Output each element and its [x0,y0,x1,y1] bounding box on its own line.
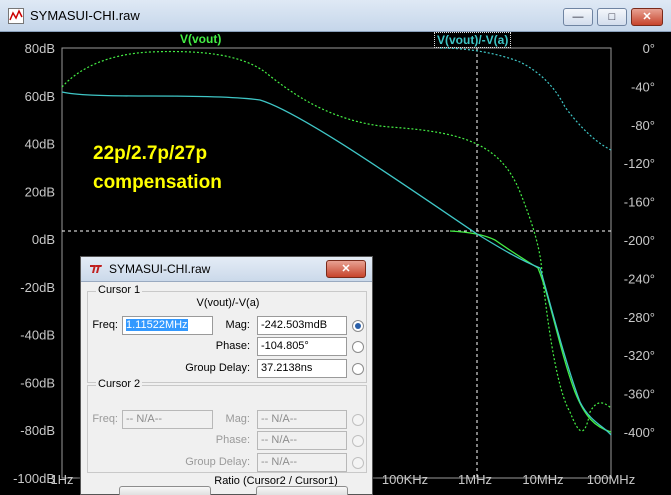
annotation-line-2: compensation [93,172,222,193]
cursor2-mag-field[interactable]: -- N/A-- [257,410,347,429]
left-tick-label: -60dB [20,375,55,390]
x-tick-label: 10MHz [522,472,563,487]
minimize-button[interactable]: — [563,8,593,26]
left-tick-label: -100dB [13,471,55,486]
maximize-button[interactable]: □ [597,8,627,26]
cursor1-delay-label: Group Delay: [185,362,250,374]
left-axis: 80dB 60dB 40dB 20dB 0dB -20dB -40dB -60dB -80dB -… [13,41,55,486]
right-tick-label: -40° [631,79,655,94]
left-tick-label: 80dB [25,41,55,56]
cursor1-delay-radio[interactable] [352,363,364,375]
cursor2-group-label: Cursor 2 [96,378,143,390]
left-tick-label: -40dB [20,328,55,343]
x-tick-label: 100MHz [587,472,635,487]
left-tick-label: -20dB [20,280,55,295]
right-axis: 0° -40° -80° -120° -160° -200° -240° -280° -320°… [624,41,655,440]
cursor1-freq-field[interactable]: 1.11522MHz [122,316,213,335]
right-tick-label: -240° [624,271,655,286]
right-tick-label: -120° [624,156,655,171]
cursor2-delay-label: Group Delay: [185,456,250,468]
ratio-mag-field[interactable] [256,486,348,495]
cursor1-group-label: Cursor 1 [96,284,143,296]
right-tick-label: -360° [624,387,655,402]
ratio-freq-field[interactable] [119,486,211,495]
cursor2-phase-field[interactable]: -- N/A-- [257,431,347,450]
cursor1-freq-label: Freq: [92,319,118,331]
cursor1-mag-label: Mag: [225,319,250,331]
cursor2-freq-field[interactable]: -- N/A-- [122,410,213,429]
cursor2-delay-field[interactable]: -- N/A-- [257,453,347,472]
cursor1-freq-value: 1.11522MHz [126,319,188,331]
dialog-titlebar: SYMASUI-CHI.raw ✕ [81,257,372,282]
annotation-line-1: 22p/2.7p/27p [93,143,208,164]
cursor1-expression: V(vout)/-V(a) [196,297,260,309]
x-tick-label: 1MHz [458,472,492,487]
trace-label-vout-over-a[interactable]: V(vout)/-V(a) [434,32,512,48]
close-button[interactable]: ✕ [631,8,663,26]
cursor2-mag-radio[interactable] [352,414,364,426]
cursor2-delay-radio[interactable] [352,457,364,469]
x-tick-label: 100KHz [382,472,428,487]
right-tick-label: 0° [643,41,655,56]
x-tick-label: 1Hz [50,472,73,487]
left-tick-label: 0dB [32,232,55,247]
window-title: SYMASUI-CHI.raw [30,8,140,23]
cursor2-phase-label: Phase: [215,434,250,446]
left-tick-label: 20dB [25,184,55,199]
dialog-close-button[interactable]: ✕ [326,260,366,278]
cursor2-group: Cursor 2 Freq: -- N/A-- Mag: -- N/A-- Ph… [87,378,367,473]
plot-annotation: 22p/2.7p/27p compensation [93,139,222,197]
cursor1-mag-radio[interactable] [352,320,364,332]
right-tick-label: -400° [624,425,655,440]
right-tick-label: -80° [631,118,655,133]
left-tick-label: 60dB [25,89,55,104]
left-tick-label: -80dB [20,423,55,438]
cursor1-phase-field[interactable]: -104.805° [257,337,347,356]
left-tick-label: 40dB [25,137,55,152]
cursor2-phase-radio[interactable] [352,435,364,447]
cursor1-phase-label: Phase: [215,340,250,352]
cursor2-mag-label: Mag: [225,413,250,425]
cursor1-group: Cursor 1 V(vout)/-V(a) Freq: 1.11522MHz … [87,284,367,383]
right-tick-label: -280° [624,310,655,325]
ltspice-logo-icon [90,265,102,273]
cursor1-phase-radio[interactable] [352,341,364,353]
cursor2-freq-label: Freq: [92,413,118,425]
trace-label-vout[interactable]: V(vout) [180,32,221,46]
vout-over-a-phase-trace [439,47,612,151]
cursor-dialog: SYMASUI-CHI.raw ✕ Cursor 1 V(vout)/-V(a)… [80,256,373,495]
vout-magnitude-trace [449,230,612,433]
cursor1-delay-field[interactable]: 37.2138ns [257,359,347,378]
ltspice-plot-icon [8,8,24,24]
right-tick-label: -160° [624,195,655,210]
cursor1-mag-field[interactable]: -242.503mdB [257,316,347,335]
window-titlebar: SYMASUI-CHI.raw — □ ✕ [0,0,671,32]
right-tick-label: -320° [624,348,655,363]
right-tick-label: -200° [624,233,655,248]
dialog-title: SYMASUI-CHI.raw [109,262,211,276]
